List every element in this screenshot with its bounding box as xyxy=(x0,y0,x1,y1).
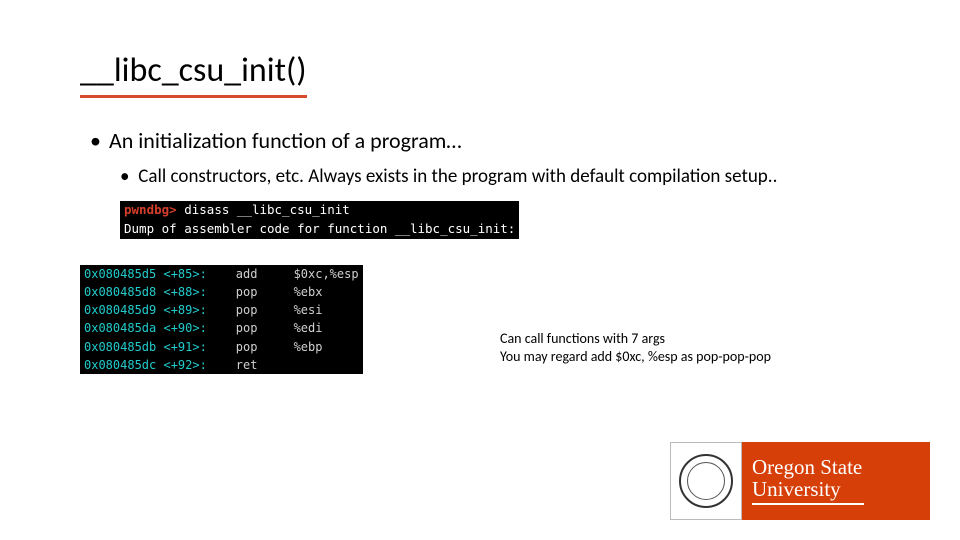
logo-line-1: Oregon State xyxy=(752,457,930,478)
university-logo: Oregon State University xyxy=(670,442,930,520)
bullet-list: • An initialization function of a progra… xyxy=(80,126,900,241)
annotation-note: Can call functions with 7 args You may r… xyxy=(500,330,771,366)
bullet-dot-icon: • xyxy=(120,164,134,190)
slide-title: __libc_csu_init() xyxy=(80,50,307,98)
logo-text: Oregon State University xyxy=(742,442,930,520)
note-line-1: Can call functions with 7 args xyxy=(500,330,771,348)
slide: __libc_csu_init() • An initialization fu… xyxy=(0,0,960,540)
logo-line-2: University xyxy=(752,478,864,505)
disasm-row: 0x080485da <+90>: pop %edi xyxy=(80,319,363,337)
bullet-1-text: An initialization function of a program… xyxy=(109,127,462,154)
terminal-line: pwndbg> disass __libc_csu_init xyxy=(120,201,519,220)
disasm-row: 0x080485d5 <+85>: add $0xc,%esp xyxy=(80,265,363,283)
disasm-row: 0x080485d8 <+88>: pop %ebx xyxy=(80,283,363,301)
note-line-2: You may regard add $0xc, %esp as pop-pop… xyxy=(500,348,771,366)
disassembly-block: 0x080485d5 <+85>: add $0xc,%esp0x080485d… xyxy=(80,265,363,374)
command-text: disass __libc_csu_init xyxy=(177,202,350,217)
bullet-2-text: Call constructors, etc. Always exists in… xyxy=(138,165,777,188)
prompt-text: pwndbg> xyxy=(124,202,177,217)
bullet-level1: • An initialization function of a progra… xyxy=(90,126,900,156)
bullet-dot-icon: • xyxy=(90,126,104,156)
bullet-level2: • Call constructors, etc. Always exists … xyxy=(120,164,900,190)
terminal-header: pwndbg> disass __libc_csu_init Dump of a… xyxy=(120,201,519,239)
disasm-row: 0x080485dc <+92>: ret xyxy=(80,356,363,374)
seal-icon xyxy=(670,442,742,520)
terminal-dump-line: Dump of assembler code for function __li… xyxy=(120,220,519,239)
disasm-row: 0x080485db <+91>: pop %ebp xyxy=(80,338,363,356)
disasm-row: 0x080485d9 <+89>: pop %esi xyxy=(80,301,363,319)
